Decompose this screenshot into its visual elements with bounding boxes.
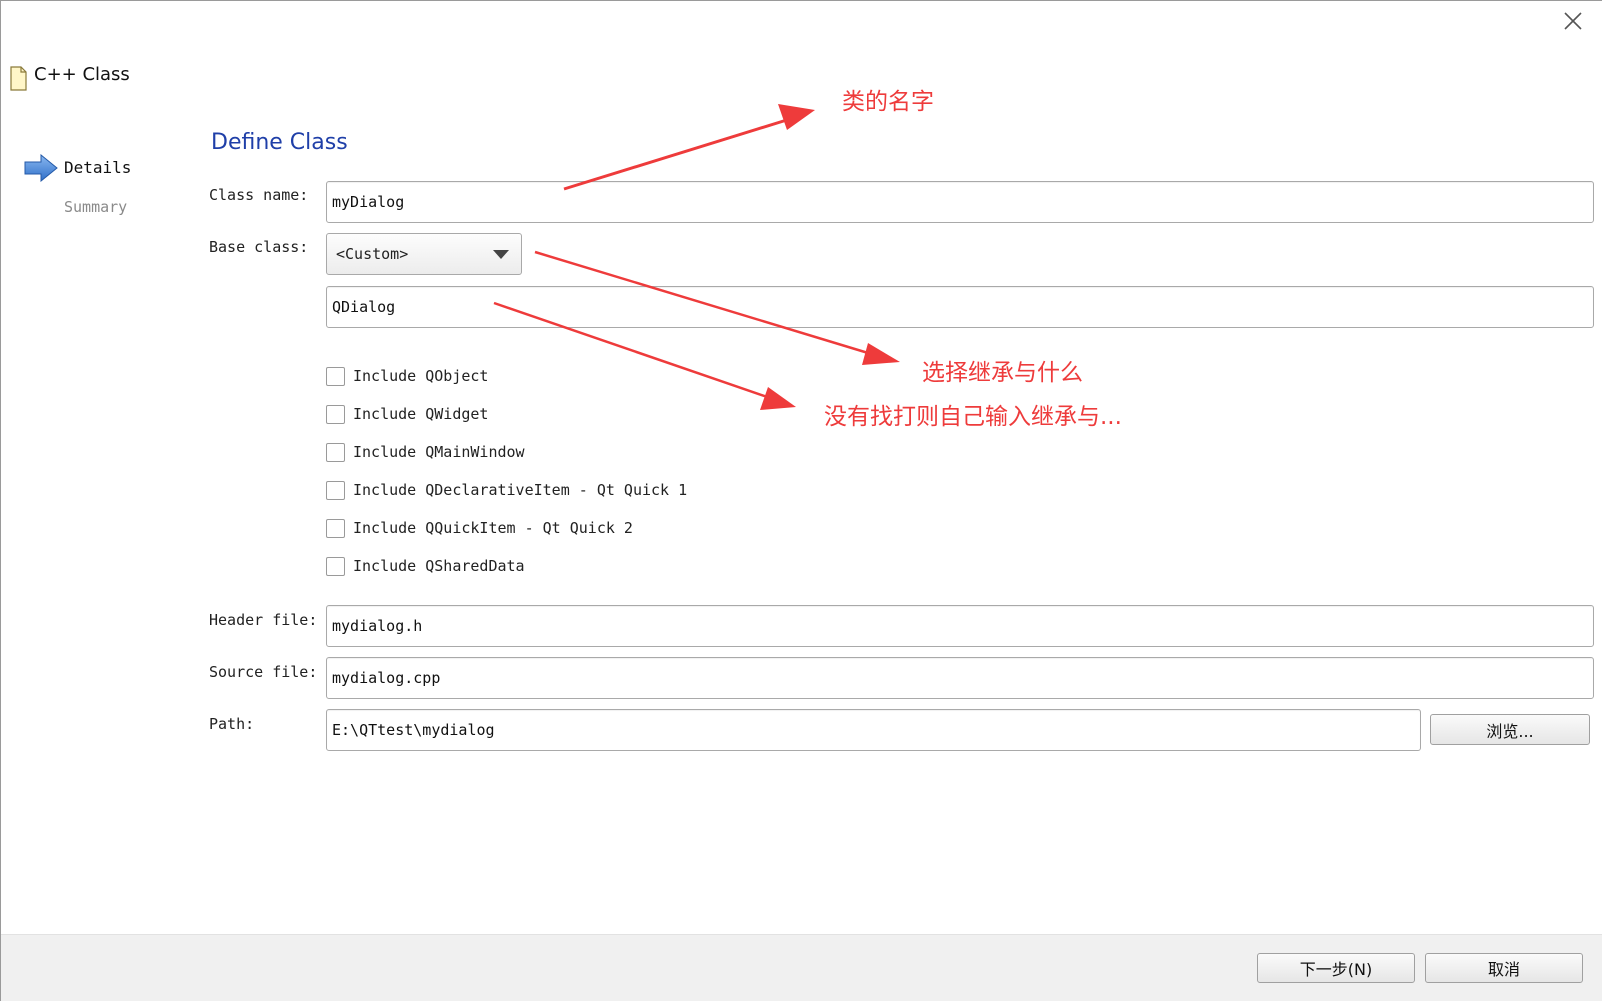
source-file-label: Source file: [209,663,318,681]
include-qobject-label: Include QObject [353,367,489,385]
include-qwidget-option[interactable]: Include QWidget [326,403,488,425]
base-class-select[interactable]: <Custom> [326,233,522,275]
class-name-label: Class name: [209,186,309,204]
include-qdeclarativeitem-option[interactable]: Include QDeclarativeItem - Qt Quick 1 [326,479,687,501]
include-qwidget-label: Include QWidget [353,405,489,423]
sidebar-step-summary: Summary [64,198,128,216]
page-title: Define Class [211,130,348,155]
path-label: Path: [209,715,255,733]
class-name-input[interactable]: myDialog [326,181,1594,223]
include-qquickitem-label: Include QQuickItem - Qt Quick 2 [353,519,633,537]
base-class-selected-value: <Custom> [336,245,409,263]
custom-base-class-input[interactable]: QDialog [326,286,1594,328]
path-input[interactable]: E:\QTtest\mydialog [326,709,1421,751]
custom-base-annotation: 没有找打则自己输入继承与... [824,404,1122,430]
wizard-title: C++ Class [34,64,130,85]
include-qshareddata-option[interactable]: Include QSharedData [326,555,525,577]
include-qmainwindow-checkbox[interactable] [326,442,345,462]
include-qdeclarativeitem-checkbox[interactable] [326,480,345,500]
file-icon [10,66,27,91]
include-qmainwindow-option[interactable]: Include QMainWindow [326,441,525,463]
browse-button[interactable]: 浏览... [1430,714,1590,745]
next-button[interactable]: 下一步(N) [1257,953,1415,983]
source-file-input[interactable]: mydialog.cpp [326,657,1594,699]
annotation-arrow-class-name [563,104,815,191]
dropdown-arrow-icon [493,250,509,259]
sidebar-step-details: Details [64,158,132,177]
close-icon[interactable] [1560,8,1586,34]
base-class-annotation: 选择继承与什么 [922,360,1083,386]
include-qshareddata-checkbox[interactable] [326,556,345,576]
include-qobject-checkbox[interactable] [326,366,345,386]
class-name-annotation: 类的名字 [842,89,934,115]
cancel-button[interactable]: 取消 [1425,953,1583,983]
include-qquickitem-option[interactable]: Include QQuickItem - Qt Quick 2 [326,517,633,539]
include-qwidget-checkbox[interactable] [326,404,345,424]
include-qquickitem-checkbox[interactable] [326,518,345,538]
base-class-label: Base class: [209,238,309,256]
current-step-arrow-icon [24,154,58,182]
include-qshareddata-label: Include QSharedData [353,557,525,575]
header-file-input[interactable]: mydialog.h [326,605,1594,647]
include-qmainwindow-label: Include QMainWindow [353,443,525,461]
include-qdeclarativeitem-label: Include QDeclarativeItem - Qt Quick 1 [353,481,688,499]
include-qobject-option[interactable]: Include QObject [326,365,488,387]
header-file-label: Header file: [209,611,318,629]
